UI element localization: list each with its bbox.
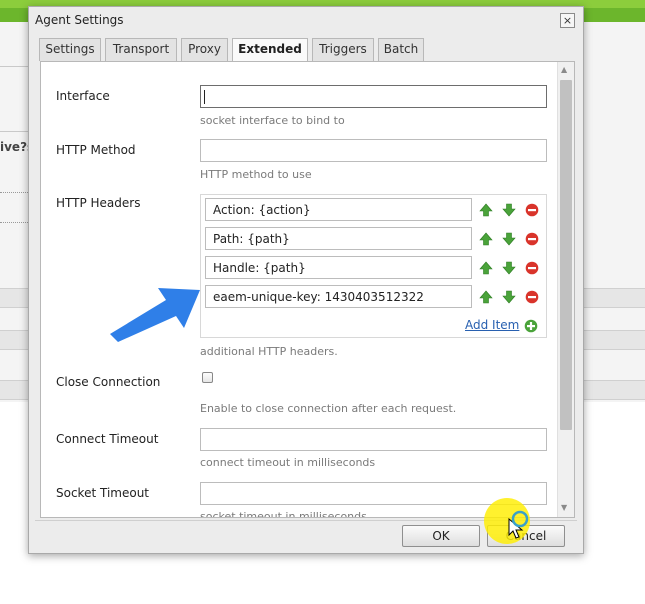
scroll-up-arrow-icon[interactable]: ▲ — [561, 65, 567, 74]
remove-icon[interactable] — [525, 261, 539, 275]
close-connection-help: Enable to close connection after each re… — [200, 402, 457, 415]
http-headers-label: HTTP Headers — [56, 196, 141, 210]
move-down-icon[interactable] — [502, 232, 516, 246]
scroll-down-arrow-icon[interactable]: ▼ — [561, 503, 567, 512]
http-method-input[interactable] — [200, 139, 547, 162]
move-up-icon[interactable] — [479, 290, 493, 304]
scrollbar-thumb[interactable] — [560, 80, 572, 430]
connect-timeout-input[interactable] — [200, 428, 547, 451]
interface-label: Interface — [56, 89, 110, 103]
tab-transport[interactable]: Transport — [105, 38, 177, 61]
move-up-icon[interactable] — [479, 232, 493, 246]
http-header-input[interactable]: Path: {path} — [205, 227, 472, 250]
close-connection-label: Close Connection — [56, 375, 161, 389]
add-item-link[interactable]: Add Item — [465, 318, 519, 332]
http-method-help: HTTP method to use — [200, 168, 312, 181]
http-header-input[interactable]: eaem-unique-key: 1430403512322 — [205, 285, 472, 308]
move-down-icon[interactable] — [502, 203, 516, 217]
http-method-label: HTTP Method — [56, 143, 136, 157]
http-header-input[interactable]: Handle: {path} — [205, 256, 472, 279]
tab-triggers[interactable]: Triggers — [312, 38, 374, 61]
socket-timeout-help: socket timeout in milliseconds — [200, 510, 367, 518]
move-down-icon[interactable] — [502, 261, 516, 275]
connect-timeout-help: connect timeout in milliseconds — [200, 456, 376, 469]
add-icon[interactable] — [524, 319, 538, 333]
move-down-icon[interactable] — [502, 290, 516, 304]
close-icon[interactable]: × — [560, 13, 575, 28]
interface-help: socket interface to bind to — [200, 114, 345, 127]
dialog-titlebar[interactable]: Agent Settings × — [29, 7, 583, 33]
tab-extended[interactable]: Extended — [232, 38, 308, 62]
http-headers-multifield: Action: {action} Path: {path} Handle: {p… — [200, 194, 547, 338]
tab-proxy[interactable]: Proxy — [181, 38, 228, 61]
connect-timeout-label: Connect Timeout — [56, 432, 159, 446]
dialog-title: Agent Settings — [35, 13, 124, 27]
annotation-arrow-icon — [110, 288, 200, 342]
remove-icon[interactable] — [525, 232, 539, 246]
socket-timeout-label: Socket Timeout — [56, 486, 149, 500]
ok-button[interactable]: OK — [402, 525, 480, 547]
tab-batch[interactable]: Batch — [378, 38, 424, 61]
close-connection-checkbox[interactable] — [202, 372, 213, 383]
tab-settings[interactable]: Settings — [39, 38, 101, 61]
move-up-icon[interactable] — [479, 203, 493, 217]
loading-ring-icon — [511, 510, 529, 528]
panel-scrollbar[interactable]: ▲ ▼ — [557, 62, 574, 517]
remove-icon[interactable] — [525, 203, 539, 217]
move-up-icon[interactable] — [479, 261, 493, 275]
remove-icon[interactable] — [525, 290, 539, 304]
text-caret — [204, 90, 205, 104]
http-headers-help: additional HTTP headers. — [200, 345, 338, 358]
interface-input[interactable] — [200, 85, 547, 108]
http-header-input[interactable]: Action: {action} — [205, 198, 472, 221]
